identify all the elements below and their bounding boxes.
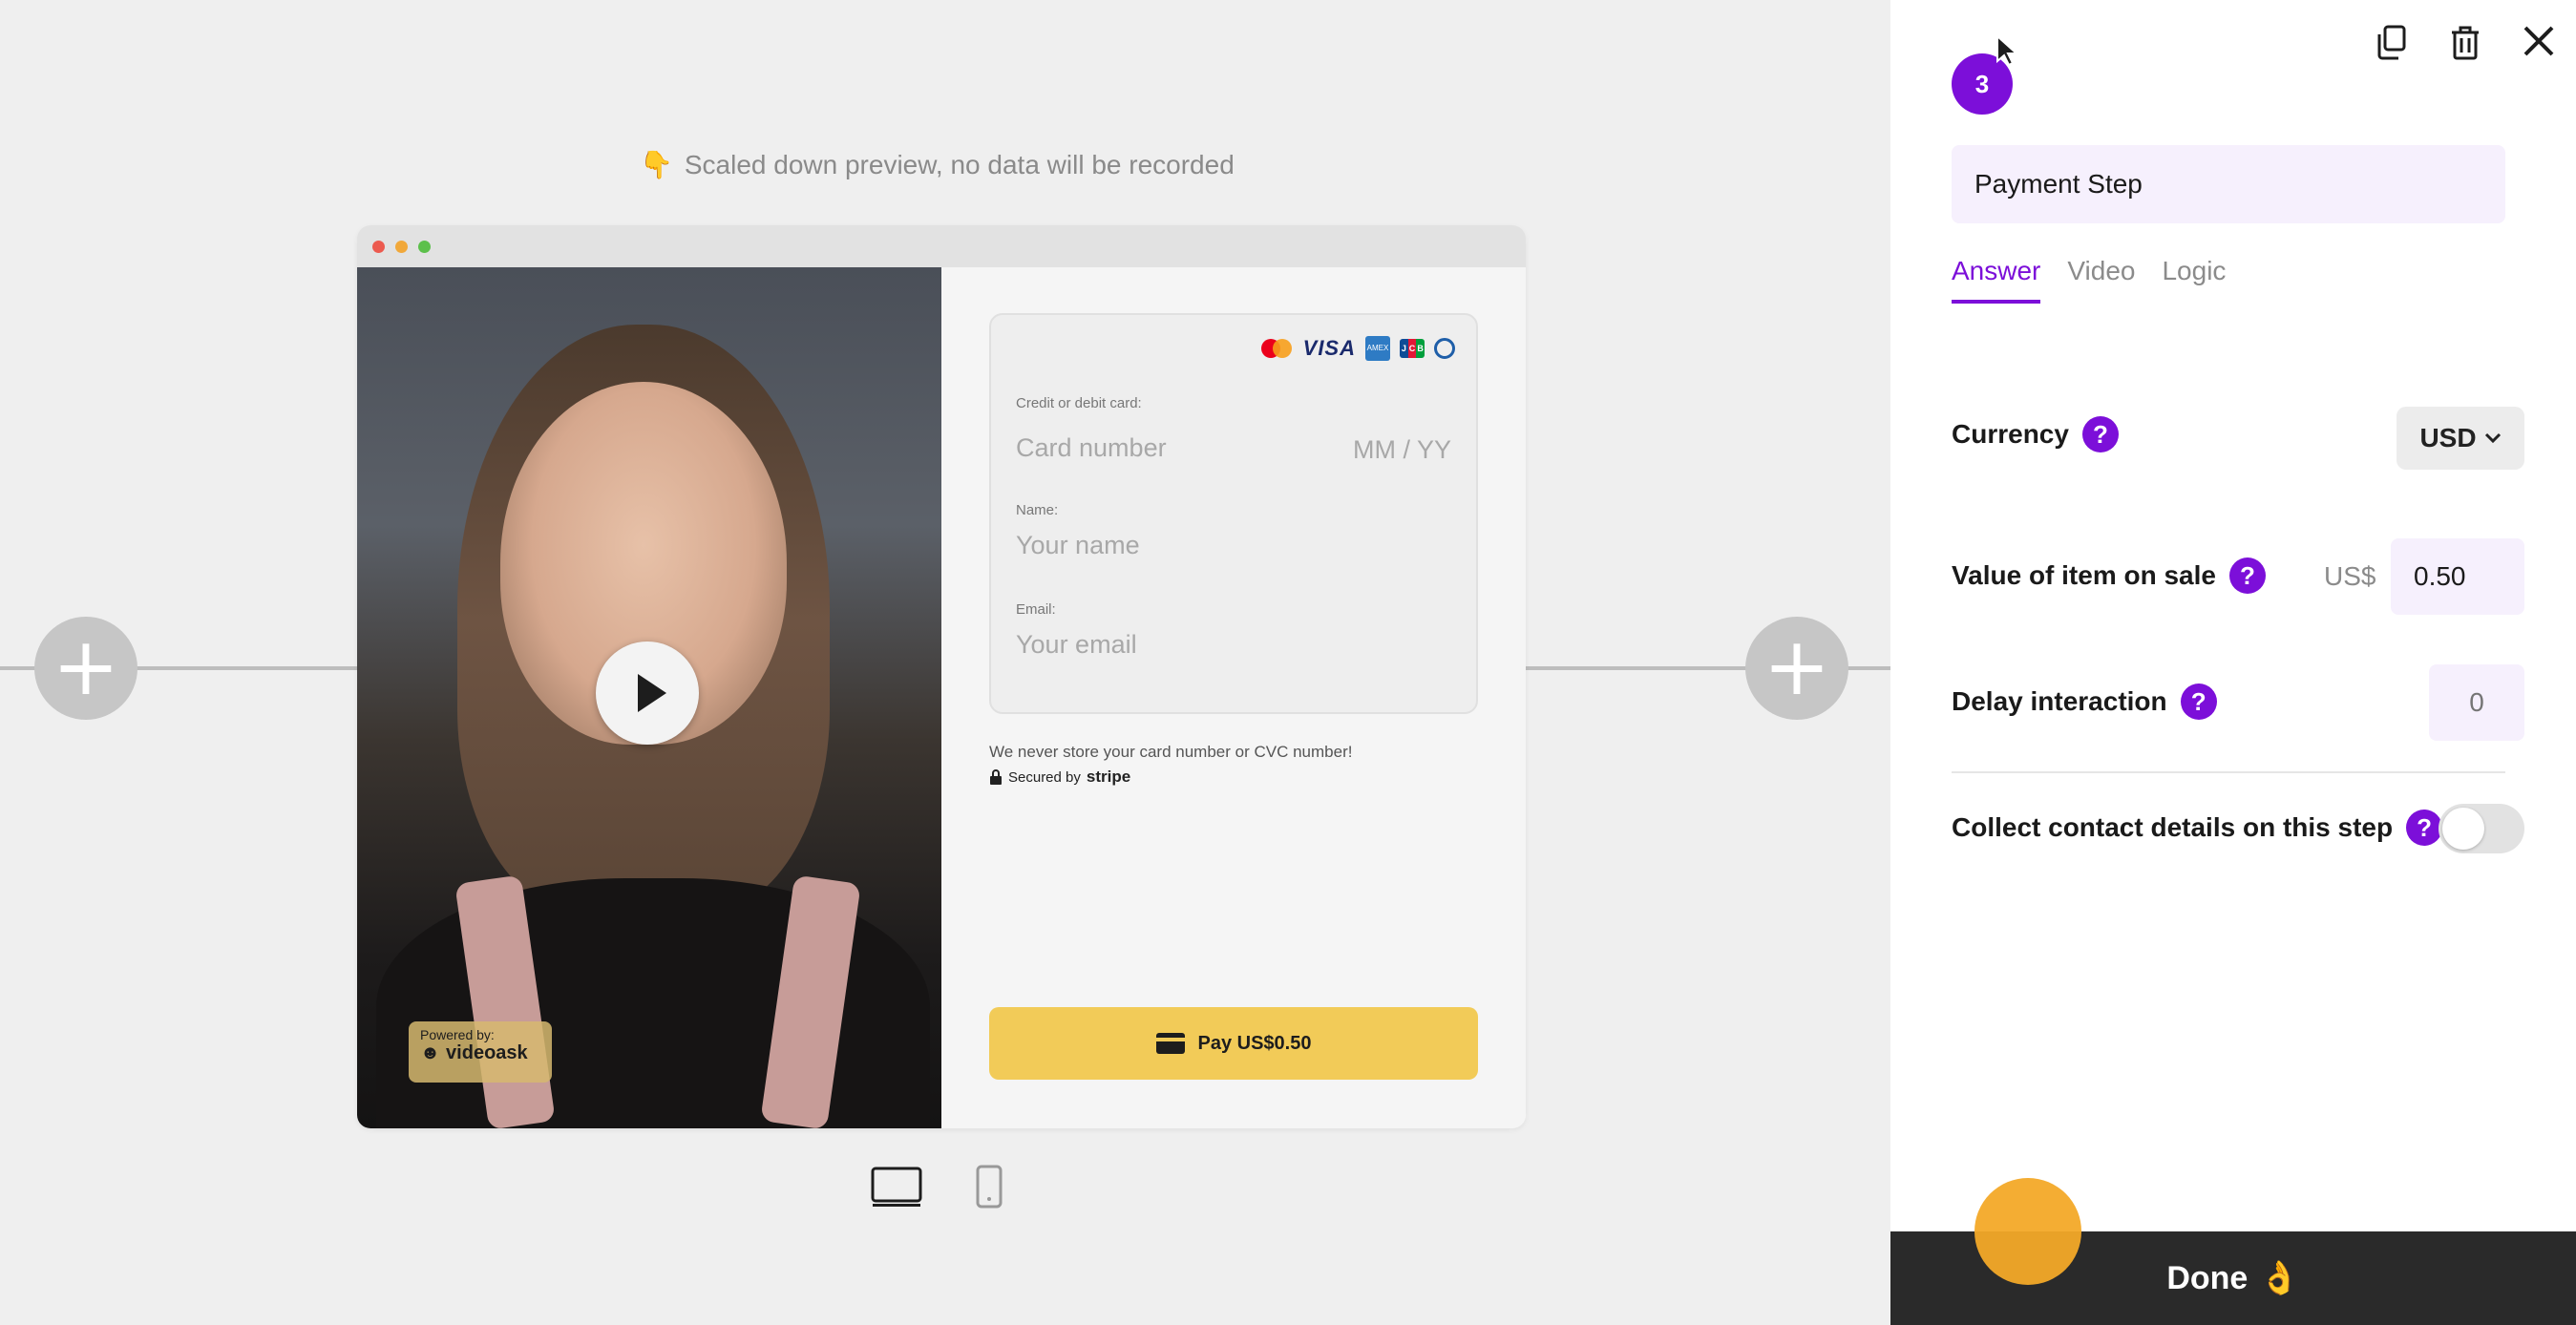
tab-video[interactable]: Video: [2067, 256, 2135, 304]
step-name-input[interactable]: [1952, 145, 2505, 223]
desktop-icon: [871, 1167, 922, 1207]
pay-button-label: Pay US$0.50: [1197, 1032, 1312, 1054]
videoask-logo: ☻ videoask: [420, 1042, 540, 1064]
amex-icon: AMEX: [1365, 336, 1390, 361]
ok-hand-icon: 👌: [2259, 1260, 2300, 1296]
preview-note: 👇 Scaled down preview, no data will be r…: [640, 149, 1235, 180]
credit-card-icon: [1155, 1033, 1185, 1054]
pay-button[interactable]: Pay US$0.50: [989, 1007, 1478, 1080]
done-label: Done: [2166, 1259, 2249, 1296]
item-value-help-icon[interactable]: ?: [2228, 557, 2266, 594]
trash-icon[interactable]: [2450, 25, 2481, 66]
delay-help-icon[interactable]: ?: [2180, 684, 2217, 720]
builder-canvas: 👇 Scaled down preview, no data will be r…: [0, 0, 1890, 1325]
collect-contact-row: Collect contact details on this step ?: [1952, 810, 2443, 846]
stripe-logo: stripe: [1086, 768, 1131, 786]
card-form: VISA AMEX JCB Credit or debit card: Card…: [989, 313, 1478, 714]
item-value-row: Value of item on sale ?: [1952, 557, 2266, 594]
chevron-down-icon: [2484, 432, 2501, 444]
videoask-brand-text: videoask: [446, 1042, 528, 1063]
play-button[interactable]: [596, 641, 699, 745]
currency-help-icon[interactable]: ?: [2081, 416, 2119, 452]
toggle-knob: [2442, 808, 2484, 850]
window-maximize-dot: [418, 241, 431, 253]
connector-line-right-2: [1843, 666, 1890, 670]
currency-select[interactable]: USD: [2397, 407, 2524, 470]
panel-tabs: Answer Video Logic: [1952, 256, 2226, 304]
collect-contact-help-icon[interactable]: ?: [2406, 810, 2443, 846]
connector-line-left-2: [134, 666, 357, 670]
step-settings-panel: 3 Answer Video Logic Currency ? USD Valu…: [1890, 0, 2576, 1325]
lock-icon: [990, 769, 1002, 785]
name-input[interactable]: Your name: [1016, 531, 1140, 560]
window-minimize-dot: [395, 241, 408, 253]
mobile-preview-toggle[interactable]: [976, 1165, 1003, 1213]
divider: [1952, 771, 2505, 773]
payment-panel: VISA AMEX JCB Credit or debit card: Card…: [941, 267, 1526, 1128]
connector-line-right: [1526, 666, 1747, 670]
email-input[interactable]: Your email: [1016, 630, 1137, 660]
powered-by-badge[interactable]: Powered by: ☻ videoask: [409, 1021, 552, 1083]
currency-row: Currency ?: [1952, 416, 2119, 452]
video-panel: Powered by: ☻ videoask: [357, 267, 941, 1128]
currency-prefix: US$: [2324, 561, 2376, 591]
panel-actions: [2375, 25, 2555, 66]
diners-icon: [1434, 338, 1455, 359]
name-label: Name:: [1016, 502, 1059, 518]
delay-label: Delay interaction: [1952, 686, 2167, 716]
card-brands: VISA AMEX JCB: [1260, 336, 1455, 361]
delay-row: Delay interaction ?: [1952, 684, 2217, 720]
step-preview-window: Powered by: ☻ videoask VISA AMEX JCB Cre…: [357, 225, 1526, 1128]
close-icon[interactable]: [2523, 25, 2555, 66]
powered-by-label: Powered by:: [420, 1027, 495, 1042]
add-step-before-button[interactable]: +: [34, 617, 137, 720]
security-notice: We never store your card number or CVC n…: [989, 743, 1353, 761]
email-label: Email:: [1016, 601, 1056, 618]
browser-titlebar: [357, 225, 1526, 267]
expiry-input[interactable]: MM / YY: [1353, 435, 1451, 465]
secured-by-text: Secured by: [1008, 768, 1081, 786]
item-value-label: Value of item on sale: [1952, 560, 2216, 590]
connector-line-left: [0, 666, 38, 670]
currency-value: USD: [2419, 423, 2477, 452]
desktop-preview-toggle[interactable]: [871, 1167, 922, 1213]
jcb-icon: JCB: [1400, 339, 1425, 358]
videoask-face-icon: ☻: [420, 1042, 441, 1063]
card-number-input[interactable]: Card number: [1016, 433, 1167, 463]
visa-icon: VISA: [1302, 336, 1356, 360]
currency-label: Currency: [1952, 419, 2069, 449]
secured-by-stripe: Secured by stripe: [989, 768, 1130, 787]
pointing-down-icon: 👇: [640, 150, 673, 179]
card-label: Credit or debit card:: [1016, 395, 1142, 411]
duplicate-icon[interactable]: [2375, 25, 2408, 66]
item-value-input[interactable]: [2391, 538, 2524, 615]
collect-contact-label: Collect contact details on this step: [1952, 812, 2394, 842]
help-chat-bubble[interactable]: [1974, 1178, 2081, 1285]
mouse-cursor-icon: [1996, 34, 2016, 67]
play-icon: [638, 674, 666, 712]
tab-logic[interactable]: Logic: [2162, 256, 2226, 304]
add-step-after-button[interactable]: +: [1745, 617, 1848, 720]
delay-input[interactable]: [2429, 664, 2524, 741]
mobile-icon: [976, 1165, 1003, 1209]
preview-note-text: Scaled down preview, no data will be rec…: [684, 149, 1235, 179]
tab-answer[interactable]: Answer: [1952, 256, 2041, 304]
window-close-dot: [372, 241, 385, 253]
collect-contact-toggle[interactable]: [2439, 804, 2524, 853]
mastercard-icon: [1260, 339, 1294, 358]
